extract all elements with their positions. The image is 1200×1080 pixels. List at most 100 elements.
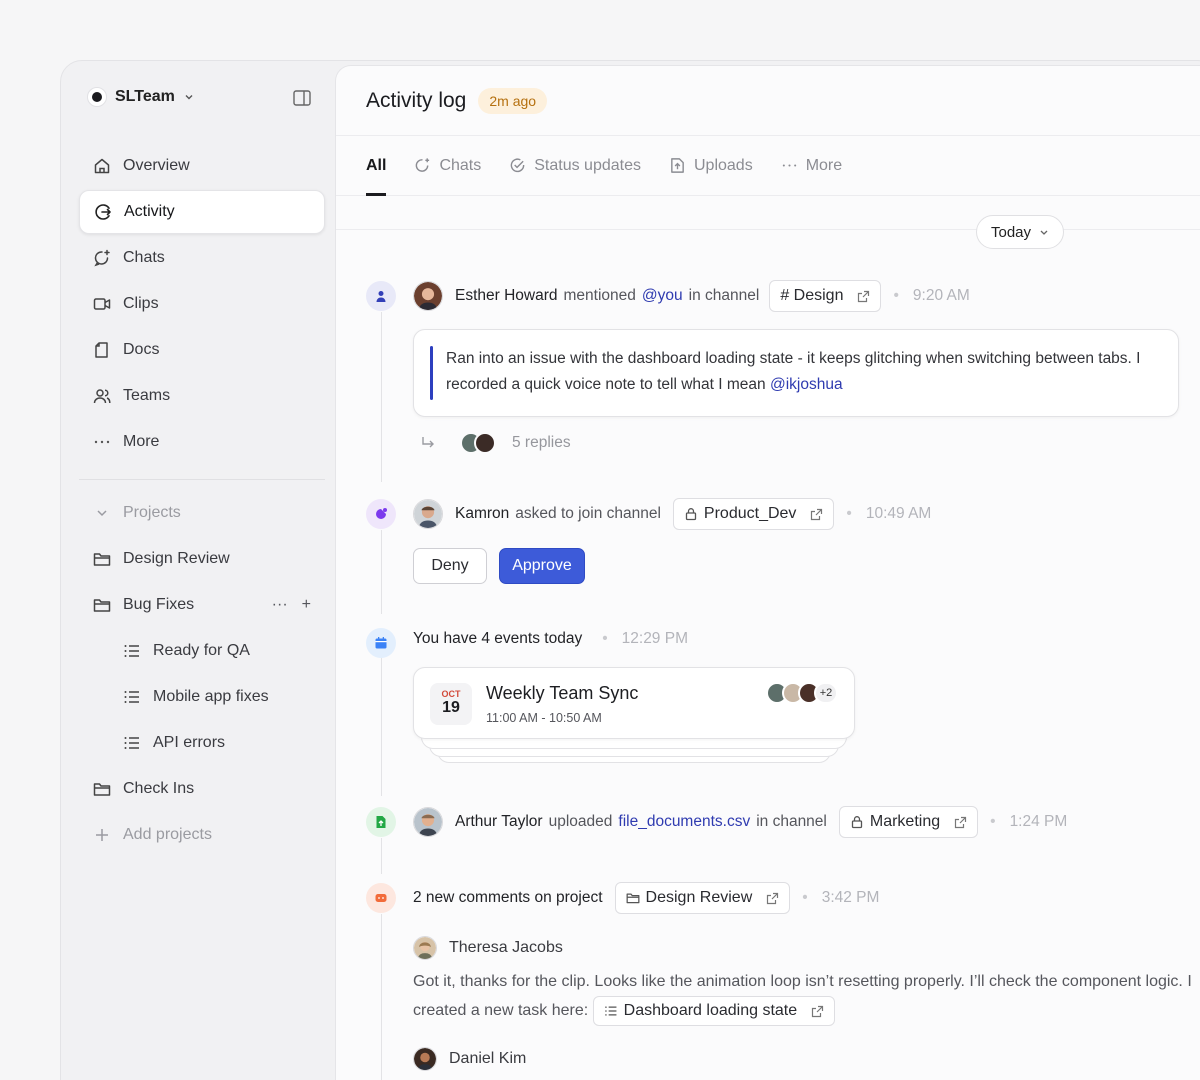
sidebar-item-docs[interactable]: Docs — [79, 328, 325, 372]
tab-more[interactable]: More — [771, 136, 852, 195]
check-circle-icon — [510, 158, 525, 173]
updated-badge: 2m ago — [478, 87, 548, 114]
main-header: Activity log 2m ago — [336, 66, 1200, 136]
sidebar-item-clips[interactable]: Clips — [79, 282, 325, 326]
timestamp: 9:20 AM — [912, 287, 970, 304]
external-link-icon — [858, 290, 870, 302]
workspace-name: SLTeam — [115, 88, 175, 105]
date-filter[interactable]: Today — [976, 215, 1065, 249]
external-link-icon — [811, 508, 823, 520]
sidebar-item-overview[interactable]: Overview — [79, 144, 325, 188]
mention-tag[interactable]: @you — [642, 287, 683, 305]
sidebar-item-chats[interactable]: Chats — [79, 236, 325, 280]
task-chip[interactable]: Dashboard loading state — [592, 996, 836, 1026]
mention-event-icon — [366, 281, 396, 311]
users-icon — [93, 389, 111, 404]
tab-all[interactable]: All — [356, 136, 396, 196]
lock-icon — [685, 508, 697, 521]
sidebar-item-more[interactable]: More — [79, 420, 325, 464]
chat-icon — [94, 249, 110, 267]
add-projects-button[interactable]: Add projects — [79, 813, 325, 857]
timeline-connector — [381, 530, 382, 614]
more-attendees-badge: +2 — [814, 682, 838, 704]
project-chip-design-review[interactable]: Design Review — [614, 882, 791, 914]
tab-bar: All Chats Status updates Uploads More — [336, 136, 1200, 196]
external-link-icon — [767, 892, 779, 904]
deny-button[interactable]: Deny — [413, 548, 487, 584]
folder-icon — [93, 599, 111, 612]
timestamp: 3:42 PM — [821, 889, 880, 906]
projects-header[interactable]: Projects — [79, 491, 325, 535]
video-icon — [93, 298, 111, 310]
calendar-event-icon — [366, 628, 396, 658]
upload-event-icon — [366, 807, 396, 837]
sidebar-item-activity[interactable]: Activity — [79, 190, 325, 234]
approve-button[interactable]: Approve — [499, 548, 585, 584]
timeline-connector — [381, 838, 382, 874]
comment-author: Theresa Jacobs — [413, 936, 563, 960]
folder-icon — [626, 893, 640, 904]
calendar-date-icon: OCT 19 — [430, 683, 472, 725]
more-icon — [94, 440, 110, 444]
sidebar-item-ready-for-qa[interactable]: Ready for QA — [79, 629, 325, 673]
join-request-icon — [366, 499, 396, 529]
file-link[interactable]: file_documents.csv — [618, 813, 750, 831]
doc-icon — [95, 342, 108, 358]
avatar — [413, 281, 443, 311]
workspace-switcher[interactable]: SLTeam — [87, 87, 195, 107]
external-link-icon — [812, 1005, 824, 1017]
chevron-down-icon — [1040, 230, 1048, 235]
chevron-down-icon — [97, 510, 107, 517]
main-panel: Activity log 2m ago All Chats Status upd… — [335, 65, 1200, 1080]
channel-chip-product-dev[interactable]: Product_Dev — [672, 498, 835, 530]
comment-author: Daniel Kim — [413, 1047, 526, 1071]
tab-status-updates[interactable]: Status updates — [499, 136, 651, 195]
channel-chip-marketing[interactable]: Marketing — [838, 806, 979, 838]
timeline-connector — [381, 312, 382, 482]
home-icon — [94, 158, 110, 174]
projects-nav: Projects Design Review Bug Fixes ··· + R… — [79, 491, 325, 859]
chevron-down-icon — [185, 95, 193, 100]
mention-event: Esther Howard mentioned @you in channel … — [413, 280, 970, 312]
message-card[interactable]: Ran into an issue with the dashboard loa… — [413, 329, 1179, 417]
timestamp: 1:24 PM — [1009, 813, 1068, 830]
more-horizontal-icon[interactable]: ··· — [272, 596, 288, 614]
tab-chats[interactable]: Chats — [404, 136, 491, 195]
replies-link[interactable]: 5 replies — [420, 432, 571, 454]
mention-tag[interactable]: @ikjoshua — [770, 376, 843, 393]
comment-body: Got it, thanks for the clip. Looks like … — [413, 968, 1200, 1026]
sidebar-item-bug-fixes[interactable]: Bug Fixes ··· + — [79, 583, 325, 627]
avatar — [413, 499, 443, 529]
avatar — [474, 432, 496, 454]
sidebar-item-teams[interactable]: Teams — [79, 374, 325, 418]
avatar — [413, 936, 437, 960]
sidebar-item-design-review[interactable]: Design Review — [79, 537, 325, 581]
sidebar-item-api-errors[interactable]: API errors — [79, 721, 325, 765]
tab-uploads[interactable]: Uploads — [659, 136, 763, 195]
sidebar-item-mobile-app-fixes[interactable]: Mobile app fixes — [79, 675, 325, 719]
sidebar-toggle-icon[interactable] — [293, 90, 311, 106]
list-icon — [124, 691, 139, 703]
plus-icon — [96, 829, 108, 841]
timestamp: 12:29 PM — [621, 630, 688, 647]
avatar — [413, 1047, 437, 1071]
chat-icon — [416, 158, 430, 172]
timestamp: 10:49 AM — [865, 505, 932, 522]
date-divider — [336, 229, 1200, 230]
event-card[interactable]: OCT 19 Weekly Team Sync 11:00 AM - 10:50… — [413, 667, 855, 739]
sidebar-divider — [79, 479, 325, 480]
sidebar-item-check-ins[interactable]: Check Ins — [79, 767, 325, 811]
list-icon — [124, 645, 139, 657]
upload-file-icon — [671, 158, 684, 173]
plus-icon[interactable]: + — [302, 596, 311, 614]
reply-arrow-icon — [422, 437, 434, 448]
event-title: Weekly Team Sync — [486, 683, 639, 703]
upload-event: Arthur Taylor uploaded file_documents.cs… — [413, 806, 1067, 838]
channel-chip-design[interactable]: # Design — [769, 280, 882, 312]
folder-icon — [93, 553, 111, 566]
workspace-logo-icon — [87, 87, 107, 107]
sidebar: SLTeam Overview Activity Chats Clips Doc… — [61, 61, 335, 1080]
lock-icon — [851, 816, 863, 829]
attendee-avatars[interactable]: +2 — [766, 682, 838, 704]
event-time: 11:00 AM - 10:50 AM — [486, 711, 602, 725]
